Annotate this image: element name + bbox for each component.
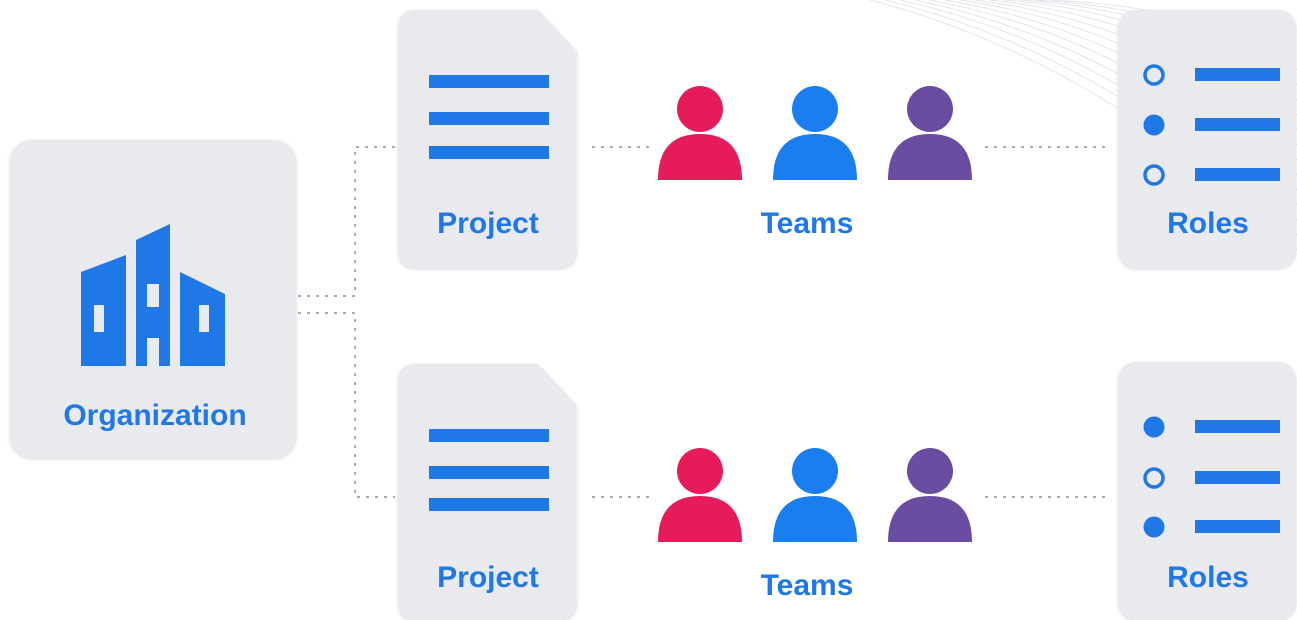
hierarchy-diagram: Organization Project Project Teams Teams… xyxy=(10,0,1297,620)
teams-group: Teams xyxy=(658,448,972,602)
role-line xyxy=(1195,471,1280,484)
teams-label: Teams xyxy=(761,569,854,602)
document-lines-icon xyxy=(429,75,549,159)
roles-card: Roles xyxy=(1118,362,1296,620)
person-icon-purple xyxy=(888,448,972,542)
organization-label: Organization xyxy=(63,399,246,432)
roles-card: Roles xyxy=(1118,10,1296,268)
person-icon-pink xyxy=(658,448,742,542)
project-card: Project xyxy=(398,364,577,620)
teams-label: Teams xyxy=(761,207,854,240)
role-line xyxy=(1195,520,1280,533)
role-line xyxy=(1195,420,1280,433)
person-icon-purple xyxy=(888,86,972,180)
role-line xyxy=(1195,68,1280,81)
project-label: Project xyxy=(437,207,539,240)
project-label: Project xyxy=(437,561,539,594)
role-line xyxy=(1195,168,1280,181)
role-option-filled-icon xyxy=(1143,114,1165,136)
role-line xyxy=(1195,118,1280,131)
person-icon-blue xyxy=(773,448,857,542)
connector-org-to-project-2 xyxy=(298,312,395,498)
document-lines-icon xyxy=(429,429,549,511)
person-icon-blue xyxy=(773,86,857,180)
teams-group: Teams xyxy=(658,86,972,240)
project-card: Project xyxy=(398,10,577,268)
role-option-filled-icon xyxy=(1143,416,1165,438)
role-option-filled-icon xyxy=(1143,516,1165,538)
roles-label: Roles xyxy=(1167,561,1249,594)
organization-card: Organization xyxy=(10,140,296,458)
roles-label: Roles xyxy=(1167,207,1249,240)
connector-org-to-projects xyxy=(298,146,395,297)
person-icon-pink xyxy=(658,86,742,180)
